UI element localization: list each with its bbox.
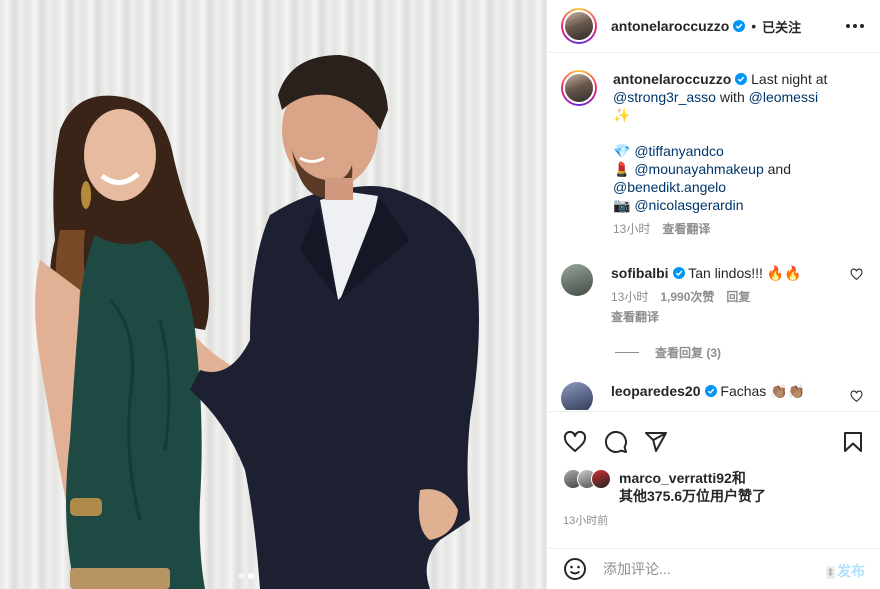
post-timestamp[interactable]: 13小时前: [563, 512, 608, 528]
gem-emoji: 💎: [613, 143, 631, 159]
comment-item: sofibalbi Tan lindos!!! 🔥🔥 13小时 1,990次赞 回复…: [561, 264, 871, 326]
heart-icon[interactable]: [563, 430, 587, 454]
camera-emoji: 📷: [613, 197, 631, 213]
commenter-username[interactable]: sofibalbi: [611, 265, 669, 281]
mention-link[interactable]: @leomessi: [749, 89, 818, 105]
comment-input[interactable]: [603, 561, 803, 577]
following-button[interactable]: 已关注: [762, 17, 801, 36]
comment-text: Fachas 👏🏽👏🏽: [720, 383, 806, 399]
caption-username[interactable]: antonelaroccuzzo: [613, 71, 731, 87]
commenter-username[interactable]: leoparedes20: [611, 383, 701, 399]
commenter-avatar[interactable]: [561, 382, 593, 410]
bookmark-icon[interactable]: [841, 430, 865, 454]
add-comment-bar: 发布: [547, 548, 880, 589]
mention-link[interactable]: @strong3r_asso: [613, 89, 716, 105]
caption-avatar[interactable]: [561, 70, 597, 106]
more-icon[interactable]: [843, 16, 867, 36]
carousel-dots: [238, 573, 254, 579]
header-separator: •: [751, 18, 757, 34]
see-translation-button[interactable]: 查看翻译: [662, 222, 710, 236]
carousel-dot-2[interactable]: [248, 573, 254, 579]
liker-avatars[interactable]: [563, 469, 611, 505]
view-replies-label: 查看回复 (3): [655, 346, 722, 360]
author-username[interactable]: antonelaroccuzzo: [611, 18, 729, 34]
caption-text: antonelaroccuzzo Last night at @strong3r…: [613, 70, 853, 238]
comment-body: leoparedes20 Fachas 👏🏽👏🏽: [611, 382, 847, 410]
verified-icon: [733, 20, 746, 32]
comment-translate-row: 查看翻译: [611, 308, 847, 326]
caption-meta: 13小时 查看翻译: [613, 220, 853, 238]
comment-time[interactable]: 13小时: [611, 290, 648, 304]
comments-list[interactable]: antonelaroccuzzo Last night at @strong3r…: [547, 54, 880, 410]
liked-by-username[interactable]: marco_verratti92和: [619, 470, 746, 486]
caption-time[interactable]: 13小时: [613, 222, 650, 236]
comment-body: sofibalbi Tan lindos!!! 🔥🔥 13小时 1,990次赞 回复…: [611, 264, 847, 326]
likes-summary: marco_verratti92和 其他375.6万位用户赞了: [563, 469, 766, 505]
post-caption: antonelaroccuzzo Last night at @strong3r…: [561, 70, 853, 238]
verified-icon: [672, 267, 685, 279]
comment-icon[interactable]: [604, 430, 628, 454]
liked-by-others[interactable]: 其他375.6万位用户赞了: [619, 488, 766, 504]
sparkle-emoji: ✨: [613, 107, 631, 123]
like-comment-heart-icon[interactable]: [850, 390, 863, 403]
post-header: antonelaroccuzzo • 已关注: [547, 0, 880, 53]
share-icon[interactable]: [644, 430, 668, 454]
mention-link[interactable]: @nicolasgerardin: [634, 197, 743, 213]
mention-link[interactable]: @tiffanyandco: [634, 143, 723, 159]
mention-link[interactable]: @mounayahmakeup: [634, 161, 763, 177]
see-translation-button[interactable]: 查看翻译: [611, 310, 659, 324]
post-side-panel: antonelaroccuzzo • 已关注 antonelaroccuzzo …: [546, 0, 880, 589]
post-photo[interactable]: [0, 0, 546, 589]
caption-segment: and: [767, 161, 791, 177]
view-replies-button[interactable]: 查看回复 (3): [615, 344, 721, 361]
comment-likes[interactable]: 1,990次赞: [660, 290, 714, 304]
verified-icon: [735, 73, 748, 85]
comment-item: leoparedes20 Fachas 👏🏽👏🏽: [561, 382, 871, 410]
caption-segment: with: [719, 89, 745, 105]
post-comment-button[interactable]: 发布: [826, 561, 865, 581]
mention-link[interactable]: @benedikt.angelo: [613, 179, 726, 195]
commenter-avatar[interactable]: [561, 264, 593, 296]
lipstick-emoji: 💄: [613, 161, 631, 177]
reply-button[interactable]: 回复: [726, 290, 750, 304]
photo-illustration: [35, 55, 479, 589]
comment-text: Tan lindos!!! 🔥🔥: [688, 265, 802, 281]
comment-meta: 13小时 1,990次赞 回复: [611, 288, 847, 306]
carousel-dot-1[interactable]: [238, 573, 244, 579]
caption-segment: Last night at: [751, 71, 828, 87]
like-comment-heart-icon[interactable]: [850, 268, 863, 281]
post-action-bar: [547, 411, 880, 469]
verified-icon: [704, 385, 717, 397]
author-avatar[interactable]: [561, 8, 597, 44]
emoji-icon[interactable]: [563, 557, 587, 581]
likes-text: marco_verratti92和 其他375.6万位用户赞了: [619, 469, 766, 505]
